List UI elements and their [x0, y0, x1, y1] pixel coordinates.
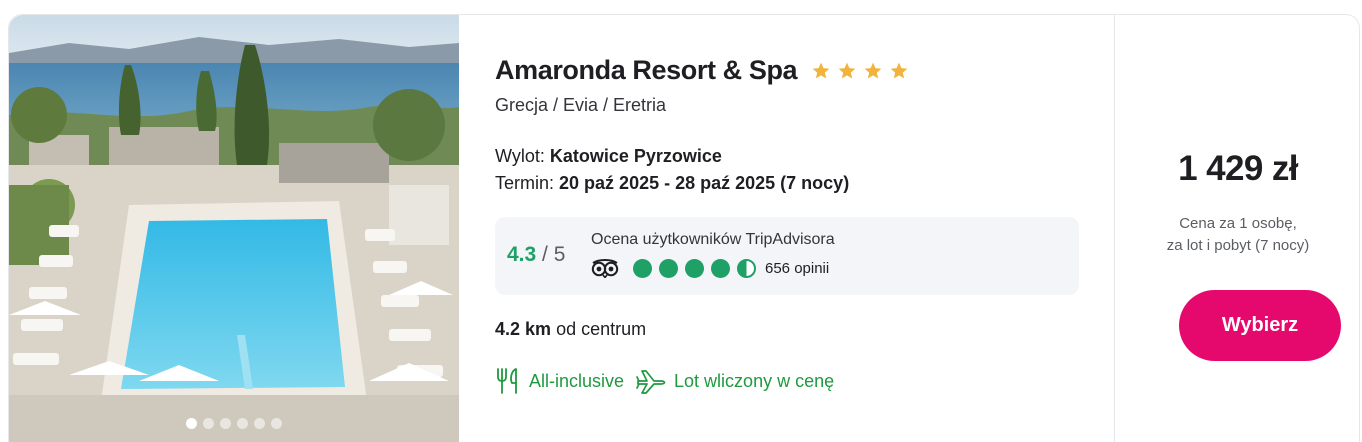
price-note-line1: Cena za 1 osobę, — [1179, 215, 1297, 232]
tripadvisor-row: 656 opinii — [591, 258, 829, 278]
departure-label: Wylot: — [495, 146, 545, 166]
feature-flight-included: Lot wliczony w cenę — [636, 368, 834, 394]
departure-airport: Katowice Pyrzowice — [549, 146, 722, 166]
rating-bubble — [659, 258, 678, 278]
tripadvisor-owl-icon — [591, 259, 619, 278]
feature-all-inclusive: All-inclusive — [495, 367, 624, 395]
distance-info: 4.2 km od centrum — [495, 319, 646, 340]
rating-max: / 5 — [542, 243, 566, 266]
flight-details: Wylot: Katowice Pyrzowice Termin: 20 paź… — [495, 143, 849, 197]
star-icon — [838, 62, 856, 78]
gallery-dot[interactable] — [237, 418, 248, 429]
tripadvisor-rating: 4.3 / 5 Ocena użytkowników TripAdvisora … — [495, 217, 1079, 295]
date-label: Termin: — [495, 173, 555, 193]
reviews-count[interactable]: 656 opinii — [765, 260, 829, 277]
feature-label: Lot wliczony w cenę — [674, 370, 835, 391]
rating-bubble — [711, 258, 730, 278]
gallery-dots[interactable] — [9, 418, 459, 429]
resort-pool-image — [9, 15, 459, 442]
star-icon — [890, 62, 908, 78]
star-icon — [864, 62, 882, 78]
rating-bubble — [737, 258, 756, 278]
distance-suffix: od centrum — [556, 319, 647, 339]
offer-card[interactable]: Amaronda Resort & Spa Grecja / Evia / Er… — [8, 14, 1360, 442]
date-range: 20 paź 2025 - 28 paź 2025 (7 nocy) — [559, 173, 850, 193]
hotel-stars — [811, 61, 909, 81]
hotel-location: Grecja / Evia / Eretria — [495, 95, 667, 115]
title-row: Amaronda Resort & Spa — [495, 55, 909, 86]
gallery-dot[interactable] — [203, 418, 214, 429]
plane-icon — [636, 370, 666, 394]
gallery-dot[interactable] — [254, 418, 265, 429]
star-icon — [812, 62, 830, 78]
price: 1 429 zł — [1178, 149, 1298, 188]
hotel-photo[interactable] — [9, 15, 459, 442]
features: All-inclusive Lot wliczony w cenę — [495, 367, 846, 395]
gallery-dot[interactable] — [220, 418, 231, 429]
feature-label: All-inclusive — [529, 370, 625, 391]
date-row: Termin: 20 paź 2025 - 28 paź 2025 (7 noc… — [495, 170, 849, 197]
rating-score: 4.3 / 5 — [507, 243, 565, 267]
distance-value: 4.2 km — [495, 319, 552, 339]
tripadvisor-label: Ocena użytkowników TripAdvisora — [591, 231, 835, 248]
rating-bubbles — [633, 258, 763, 278]
price-note-line2: za lot i pobyt (7 nocy) — [1166, 237, 1310, 254]
fork-knife-icon — [497, 368, 517, 394]
select-button[interactable]: Wybierz — [1179, 290, 1341, 361]
hotel-name[interactable]: Amaronda Resort & Spa — [495, 55, 798, 86]
price-note: Cena za 1 osobę, za lot i pobyt (7 nocy) — [1115, 213, 1359, 257]
rating-bubble — [633, 258, 652, 278]
price-column: 1 429 zł Cena za 1 osobę, za lot i pobyt… — [1115, 15, 1359, 442]
rating-bubble — [685, 258, 704, 278]
gallery-dot[interactable] — [271, 418, 282, 429]
departure-row: Wylot: Katowice Pyrzowice — [495, 143, 849, 170]
offer-info: Amaronda Resort & Spa Grecja / Evia / Er… — [495, 15, 1115, 442]
rating-value: 4.3 — [507, 243, 537, 266]
gallery-dot[interactable] — [186, 418, 197, 429]
